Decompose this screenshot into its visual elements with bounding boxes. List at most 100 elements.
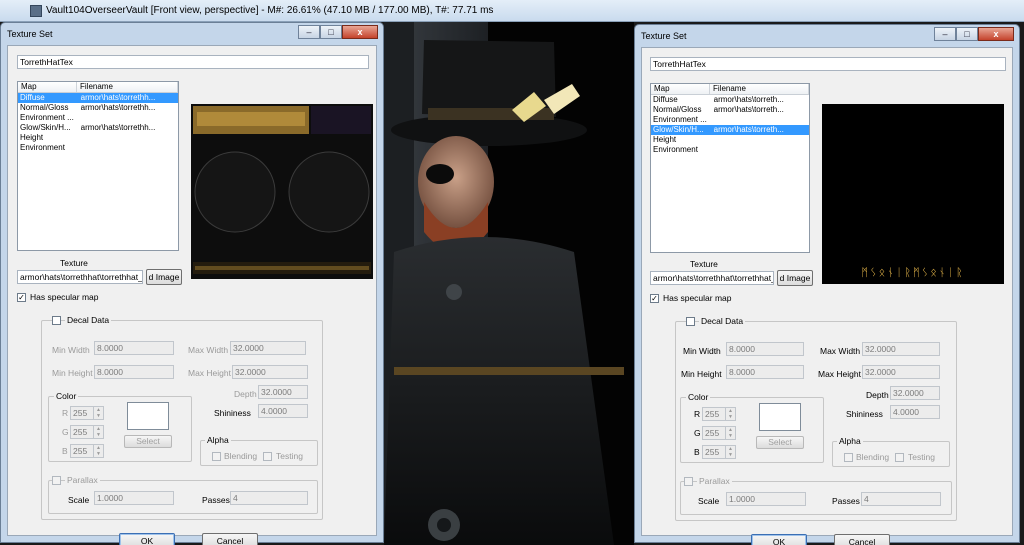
list-item[interactable]: Environment ... bbox=[651, 115, 809, 125]
max-height-input[interactable]: 32.0000 bbox=[862, 365, 940, 379]
color-swatch[interactable] bbox=[127, 402, 169, 430]
color-swatch[interactable] bbox=[759, 403, 801, 431]
texture-map-list[interactable]: Map Filename Diffuse armor\hats\torreth..… bbox=[650, 83, 810, 253]
minimize-button[interactable]: – bbox=[934, 27, 956, 41]
passes-input[interactable]: 4 bbox=[861, 492, 941, 506]
b-stepper[interactable]: 255 ▲ ▼ bbox=[70, 444, 104, 458]
select-color-button[interactable]: Select bbox=[124, 435, 172, 448]
has-specular-checkbox[interactable]: ✓ bbox=[650, 294, 659, 303]
stepper-arrows-icon[interactable]: ▲ ▼ bbox=[93, 426, 103, 438]
depth-label: Depth bbox=[234, 389, 257, 399]
parallax-checkbox[interactable] bbox=[684, 477, 693, 486]
list-item[interactable]: Height bbox=[651, 135, 809, 145]
shininess-input[interactable]: 4.0000 bbox=[890, 405, 940, 419]
r-stepper[interactable]: 255 ▲ ▼ bbox=[702, 407, 736, 421]
depth-input[interactable]: 32.0000 bbox=[258, 385, 308, 399]
blending-checkbox[interactable] bbox=[844, 453, 853, 462]
ok-button[interactable]: OK bbox=[751, 534, 807, 545]
minimize-button[interactable]: – bbox=[298, 25, 320, 39]
testing-checkbox[interactable] bbox=[263, 452, 272, 461]
testing-label: Testing bbox=[908, 452, 935, 462]
column-header-filename[interactable]: Filename bbox=[77, 82, 178, 92]
list-item[interactable]: Glow/Skin/H... armor\hats\torrethh... bbox=[18, 123, 178, 133]
name-input[interactable]: TorrethHatTex bbox=[650, 57, 1006, 71]
testing-checkbox[interactable] bbox=[895, 453, 904, 462]
decal-data-checkbox[interactable] bbox=[52, 316, 61, 325]
r-label: R bbox=[694, 409, 701, 419]
list-item[interactable]: Environment bbox=[651, 145, 809, 155]
min-width-input[interactable]: 8.0000 bbox=[94, 341, 174, 355]
min-height-label: Min Height bbox=[52, 368, 93, 378]
shininess-input[interactable]: 4.0000 bbox=[258, 404, 308, 418]
max-width-input[interactable]: 32.0000 bbox=[230, 341, 306, 355]
column-header-filename[interactable]: Filename bbox=[710, 84, 809, 94]
render-viewport[interactable] bbox=[384, 22, 634, 545]
diffuse-texture-image bbox=[191, 104, 373, 279]
texture-map-list[interactable]: Map Filename Diffuse armor\hats\torrethh.… bbox=[17, 81, 179, 251]
load-image-button[interactable]: d Image bbox=[777, 270, 813, 286]
scale-label: Scale bbox=[68, 495, 90, 505]
g-stepper[interactable]: 255 ▲ ▼ bbox=[702, 426, 736, 440]
close-button[interactable]: x bbox=[342, 25, 378, 39]
scale-input[interactable]: 1.0000 bbox=[94, 491, 174, 505]
scale-label: Scale bbox=[698, 496, 720, 506]
max-width-input[interactable]: 32.0000 bbox=[862, 342, 940, 356]
dialog-title-bar[interactable]: Texture Set – □ x bbox=[1, 23, 383, 43]
has-specular-checkbox[interactable]: ✓ bbox=[17, 293, 26, 302]
scale-input[interactable]: 1.0000 bbox=[726, 492, 806, 506]
stepper-arrows-icon[interactable]: ▲ ▼ bbox=[93, 407, 103, 419]
blending-label: Blending bbox=[224, 451, 258, 461]
list-item[interactable]: Environment bbox=[18, 143, 178, 153]
depth-input[interactable]: 32.0000 bbox=[890, 386, 940, 400]
stepper-arrows-icon[interactable]: ▲ ▼ bbox=[93, 445, 103, 457]
min-height-input[interactable]: 8.0000 bbox=[726, 365, 804, 379]
list-item[interactable]: Diffuse armor\hats\torreth... bbox=[651, 95, 809, 105]
stepper-arrows-icon[interactable]: ▲ ▼ bbox=[725, 446, 735, 458]
blending-checkbox[interactable] bbox=[212, 452, 221, 461]
parallax-label: Parallax bbox=[65, 475, 100, 485]
select-color-button[interactable]: Select bbox=[756, 436, 804, 449]
g-label: G bbox=[62, 427, 69, 437]
character-render bbox=[384, 22, 634, 545]
load-image-button[interactable]: d Image bbox=[146, 269, 182, 285]
blending-label: Blending bbox=[856, 452, 890, 462]
maximize-button[interactable]: □ bbox=[320, 25, 342, 39]
list-item[interactable]: Normal/Gloss armor\hats\torrethh... bbox=[18, 103, 178, 113]
dialog-title-bar[interactable]: Texture Set – □ x bbox=[635, 25, 1019, 45]
list-item[interactable]: Diffuse armor\hats\torrethh... bbox=[18, 93, 178, 103]
alpha-label: Alpha bbox=[205, 435, 231, 445]
min-height-input[interactable]: 8.0000 bbox=[94, 365, 174, 379]
decal-data-checkbox[interactable] bbox=[686, 317, 695, 326]
r-stepper[interactable]: 255 ▲ ▼ bbox=[70, 406, 104, 420]
list-item[interactable]: Height bbox=[18, 133, 178, 143]
maximize-button[interactable]: □ bbox=[956, 27, 978, 41]
texture-preview: ᛗᛊᛟᚾᛁᚱᛗᛊᛟᚾᛁᚱ bbox=[822, 104, 1004, 284]
dialog-client: TorrethHatTex Map Filename Diffuse armor\… bbox=[641, 47, 1013, 545]
list-item[interactable]: Glow/Skin/H... armor\hats\torreth... bbox=[651, 125, 809, 135]
cancel-button[interactable]: Cancel bbox=[834, 534, 890, 545]
min-width-input[interactable]: 8.0000 bbox=[726, 342, 804, 356]
b-stepper[interactable]: 255 ▲ ▼ bbox=[702, 445, 736, 459]
passes-input[interactable]: 4 bbox=[230, 491, 308, 505]
column-header-map[interactable]: Map bbox=[651, 84, 710, 94]
depth-label: Depth bbox=[866, 390, 889, 400]
list-item[interactable]: Environment ... bbox=[18, 113, 178, 123]
decal-data-label: Decal Data bbox=[699, 316, 746, 326]
texture-path-input[interactable]: armor\hats\torrethhat\torrethhat_d bbox=[17, 270, 143, 284]
texture-path-input[interactable]: armor\hats\torrethhat\torrethhat_ bbox=[650, 271, 774, 285]
dialog-client: TorrethHatTex Map Filename Diffuse armor\… bbox=[7, 45, 377, 545]
name-input[interactable]: TorrethHatTex bbox=[17, 55, 369, 69]
max-height-input[interactable]: 32.0000 bbox=[232, 365, 308, 379]
app-icon bbox=[30, 5, 42, 17]
ok-button[interactable]: OK bbox=[119, 533, 175, 545]
close-button[interactable]: x bbox=[978, 27, 1014, 41]
g-label: G bbox=[694, 428, 701, 438]
stepper-arrows-icon[interactable]: ▲ ▼ bbox=[725, 408, 735, 420]
column-header-map[interactable]: Map bbox=[18, 82, 77, 92]
stepper-arrows-icon[interactable]: ▲ ▼ bbox=[725, 427, 735, 439]
g-stepper[interactable]: 255 ▲ ▼ bbox=[70, 425, 104, 439]
parallax-checkbox[interactable] bbox=[52, 476, 61, 485]
cancel-button[interactable]: Cancel bbox=[202, 533, 258, 545]
list-item[interactable]: Normal/Gloss armor\hats\torreth... bbox=[651, 105, 809, 115]
color-label: Color bbox=[54, 391, 79, 401]
